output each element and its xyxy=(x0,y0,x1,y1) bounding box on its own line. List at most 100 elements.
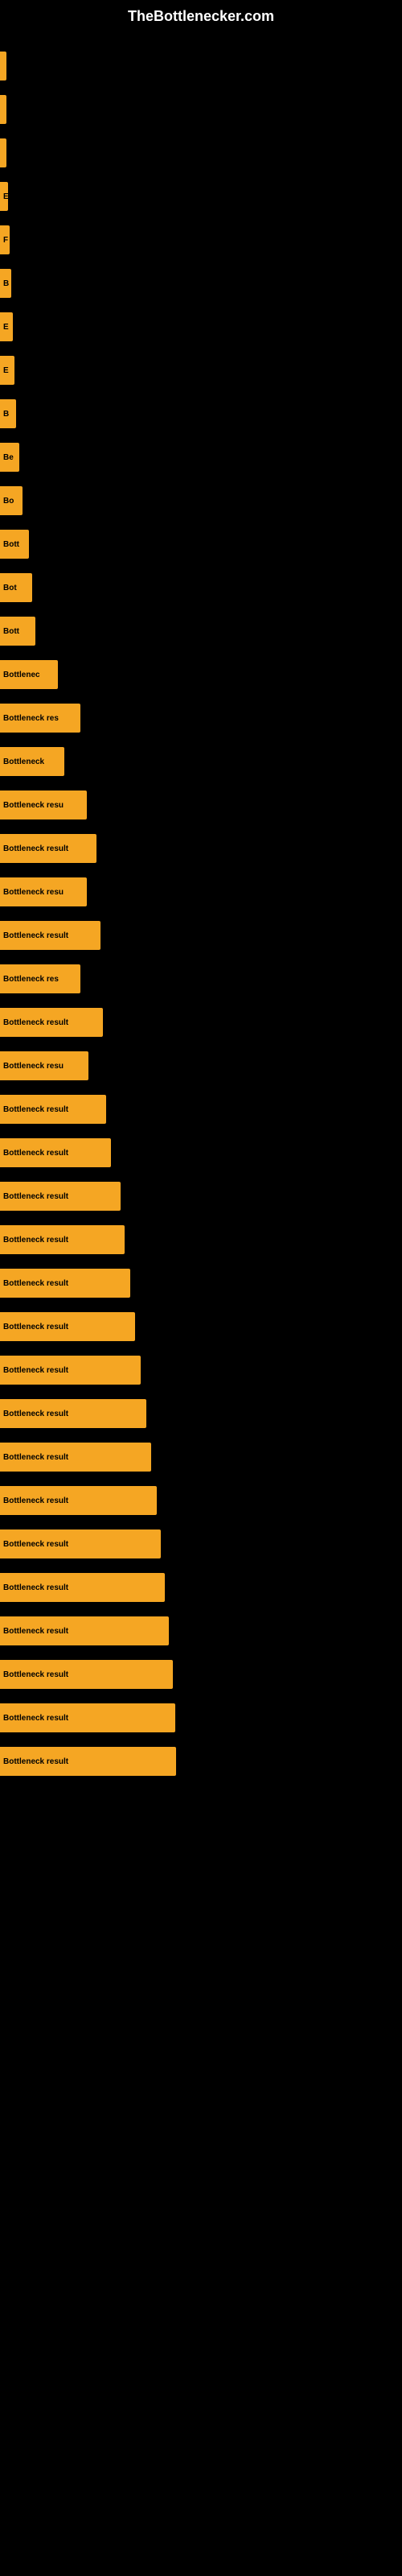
bar-row: Bottleneck result xyxy=(0,1306,402,1348)
bar-item: Bot xyxy=(0,573,32,602)
bar-row: Bottleneck result xyxy=(0,828,402,869)
bar-item: Bottleneck result xyxy=(0,1225,125,1254)
bar-label: Bottleneck result xyxy=(3,1453,68,1462)
bar-label: B xyxy=(3,279,9,288)
bar-label: Bot xyxy=(3,584,17,592)
bar-label: Bottleneck result xyxy=(3,1670,68,1679)
bar-item: Bottleneck result xyxy=(0,1660,173,1689)
bar-item: Bottleneck result xyxy=(0,1312,135,1341)
bar-row: Bottleneck result xyxy=(0,1262,402,1304)
bar-row: E xyxy=(0,175,402,217)
bar-row xyxy=(0,89,402,130)
bar-row: Bottleneck result xyxy=(0,1610,402,1652)
bar-item: Bottleneck result xyxy=(0,1356,141,1385)
bar-item: Bottleneck result xyxy=(0,1703,175,1732)
bar-item: Bottleneck res xyxy=(0,704,80,733)
bar-item: Bottleneck result xyxy=(0,1747,176,1776)
bar-item: Bott xyxy=(0,617,35,646)
bar-item: Bottleneck result xyxy=(0,1008,103,1037)
bar-row: Bottleneck res xyxy=(0,958,402,1000)
bar-row: Be xyxy=(0,436,402,478)
bar-item: Be xyxy=(0,443,19,472)
bar-label: Bott xyxy=(3,540,19,549)
bar-label: Bottleneck result xyxy=(3,1583,68,1592)
bar-label: Bottleneck result xyxy=(3,1279,68,1288)
bar-row: E xyxy=(0,349,402,391)
bar-item: Bottleneck resu xyxy=(0,791,87,819)
bar-item xyxy=(0,95,6,124)
bar-row: Bottleneck res xyxy=(0,697,402,739)
bar-row: Bottleneck result xyxy=(0,1001,402,1043)
bar-item: Bo xyxy=(0,486,23,515)
bar-item: Bottleneck result xyxy=(0,1269,130,1298)
bar-label: Bottleneck resu xyxy=(3,801,64,810)
bar-label: Bottleneck resu xyxy=(3,1062,64,1071)
bar-item: Bottleneck result xyxy=(0,1399,146,1428)
bar-item: B xyxy=(0,399,16,428)
bar-item: Bottleneck result xyxy=(0,1530,161,1558)
bar-label: Bo xyxy=(3,497,14,506)
bar-item: Bottleneck resu xyxy=(0,1051,88,1080)
bar-label: Bott xyxy=(3,627,19,636)
bar-row: Bot xyxy=(0,567,402,609)
bar-item: Bottleneck result xyxy=(0,1486,157,1515)
bar-row xyxy=(0,45,402,87)
bar-row: Bottleneck xyxy=(0,741,402,782)
bar-label: Bottleneck result xyxy=(3,1236,68,1245)
bar-row: Bott xyxy=(0,523,402,565)
bar-item xyxy=(0,52,6,80)
bar-item: Bottleneck result xyxy=(0,1616,169,1645)
bar-item: Bottleneck result xyxy=(0,834,96,863)
bar-row: Bottleneck result xyxy=(0,1132,402,1174)
bar-label: Bottleneck res xyxy=(3,714,59,723)
site-title: TheBottlenecker.com xyxy=(0,0,402,37)
bar-label: Bottleneck result xyxy=(3,1496,68,1505)
bar-row: Bottleneck result xyxy=(0,1697,402,1739)
bar-label: Bottleneck result xyxy=(3,1323,68,1331)
bar-label: Bottleneck result xyxy=(3,1018,68,1027)
bar-item: Bott xyxy=(0,530,29,559)
bar-item: E xyxy=(0,356,14,385)
bar-item: E xyxy=(0,312,13,341)
bar-label: Bottleneck result xyxy=(3,1149,68,1158)
bar-label: Bottleneck result xyxy=(3,1757,68,1766)
bar-row: Bottleneck result xyxy=(0,1436,402,1478)
bar-row: Bottleneck result xyxy=(0,1088,402,1130)
bar-row: Bottleneck resu xyxy=(0,871,402,913)
bar-row: B xyxy=(0,262,402,304)
bar-item: B xyxy=(0,269,11,298)
bar-row: Bottleneck resu xyxy=(0,784,402,826)
bar-label: E xyxy=(3,323,9,332)
bar-row: Bott xyxy=(0,610,402,652)
bar-row: Bottleneck result xyxy=(0,1219,402,1261)
bar-label: Bottleneck result xyxy=(3,1105,68,1114)
bar-row: Bottleneck result xyxy=(0,914,402,956)
bar-item: Bottleneck result xyxy=(0,1095,106,1124)
bar-label: Bottlenec xyxy=(3,671,40,679)
bar-row: Bottleneck result xyxy=(0,1349,402,1391)
bar-row: Bottleneck resu xyxy=(0,1045,402,1087)
bar-item: E xyxy=(0,182,8,211)
bar-row: Bottlenec xyxy=(0,654,402,696)
bar-label: E xyxy=(3,192,8,201)
bar-row: Bottleneck result xyxy=(0,1175,402,1217)
bar-item: Bottleneck res xyxy=(0,964,80,993)
bar-item: Bottleneck result xyxy=(0,1573,165,1602)
bar-item xyxy=(0,138,6,167)
bar-row: Bottleneck result xyxy=(0,1567,402,1608)
bar-label: Bottleneck result xyxy=(3,1540,68,1549)
bar-item: Bottlenec xyxy=(0,660,58,689)
bar-label: Bottleneck result xyxy=(3,1366,68,1375)
bar-label: Be xyxy=(3,453,14,462)
bar-label: Bottleneck res xyxy=(3,975,59,984)
bar-row xyxy=(0,132,402,174)
bar-item: F xyxy=(0,225,10,254)
bar-label: Bottleneck result xyxy=(3,1192,68,1201)
bar-row: E xyxy=(0,306,402,348)
bar-row: Bottleneck result xyxy=(0,1740,402,1782)
bar-label: Bottleneck result xyxy=(3,844,68,853)
bar-item: Bottleneck result xyxy=(0,921,100,950)
bar-label: Bottleneck result xyxy=(3,931,68,940)
bar-label: Bottleneck result xyxy=(3,1627,68,1636)
bar-item: Bottleneck resu xyxy=(0,877,87,906)
